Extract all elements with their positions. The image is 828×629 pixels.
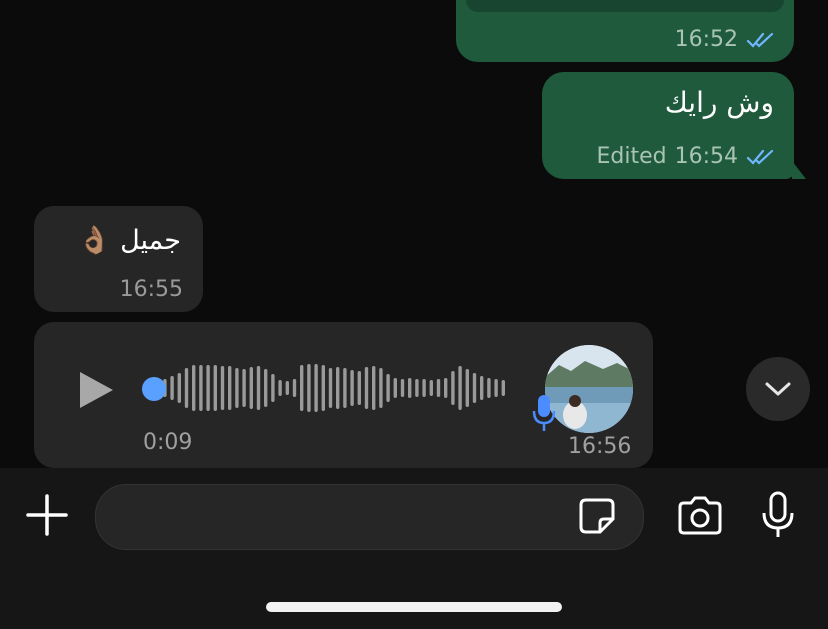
- waveform-bar: [364, 367, 369, 409]
- waveform-bar: [379, 368, 383, 408]
- sender-avatar[interactable]: [545, 345, 633, 433]
- message-time: 16:55: [119, 277, 183, 302]
- message-time: 16:56: [568, 434, 632, 459]
- incoming-message-bubble[interactable]: جميل 👌🏽 16:55: [34, 206, 203, 312]
- waveform-bar: [408, 378, 412, 398]
- waveform-bar: [285, 381, 289, 395]
- waveform-bar: [357, 371, 361, 405]
- waveform-bar: [350, 370, 354, 406]
- message-text: جميل 👌🏽: [77, 225, 181, 256]
- message-meta: 16:52: [675, 27, 776, 52]
- waveform-bar: [264, 369, 268, 407]
- waveform-bar: [307, 364, 311, 412]
- double-check-icon: [746, 32, 774, 48]
- avatar-photo: [545, 345, 633, 433]
- waveform-bar: [343, 368, 347, 408]
- waveform-bar: [256, 366, 261, 410]
- waveform-bar: [321, 365, 325, 411]
- message-text: وش رايك: [664, 86, 774, 119]
- waveform-bar: [487, 378, 491, 398]
- waveform-bar: [300, 365, 304, 411]
- waveform-bar: [220, 366, 225, 410]
- waveform-bar: [386, 374, 390, 402]
- waveform-bar: [249, 367, 253, 409]
- waveform-bar: [271, 374, 275, 402]
- camera-icon[interactable]: [676, 495, 724, 537]
- waveform-bar: [372, 366, 376, 410]
- waveform-bar: [170, 376, 174, 400]
- waveform-bar: [336, 367, 340, 409]
- message-time: 16:52: [674, 27, 738, 52]
- waveform-bar: [213, 365, 217, 411]
- microphone-icon[interactable]: [760, 491, 796, 539]
- message-meta: 16:55: [120, 277, 183, 302]
- edited-label: Edited: [596, 144, 667, 169]
- waveform-bar: [458, 366, 462, 410]
- waveform-bar: [235, 368, 239, 408]
- home-indicator[interactable]: [266, 602, 562, 612]
- waveform-bar: [465, 369, 469, 407]
- outgoing-message-bubble[interactable]: وش رايك Edited 16:54: [542, 72, 806, 179]
- waveform-bar: [400, 379, 405, 397]
- waveform-bar: [436, 379, 441, 397]
- waveform-bar: [242, 369, 246, 407]
- chevron-down-icon: [765, 382, 791, 396]
- waveform-bar: [292, 379, 297, 397]
- waveform-bar: [177, 373, 181, 403]
- message-time: 16:54: [674, 144, 738, 169]
- waveform-bar: [501, 380, 505, 396]
- waveform-bar: [422, 379, 426, 397]
- message-input[interactable]: [95, 484, 644, 550]
- double-check-icon: [746, 149, 774, 165]
- waveform-bar: [328, 368, 333, 408]
- waveform-bar: [480, 376, 484, 400]
- playback-position-handle[interactable]: [142, 377, 166, 401]
- waveform-bar: [451, 371, 455, 405]
- waveform-bar: [393, 378, 397, 398]
- waveform-bar: [228, 366, 232, 410]
- waveform-bar: [314, 364, 318, 412]
- waveform-bar: [415, 379, 419, 397]
- microphone-icon: [532, 395, 556, 431]
- sticker-icon[interactable]: [578, 497, 616, 535]
- voice-duration: 0:09: [143, 430, 193, 455]
- waveform-bar: [206, 365, 210, 411]
- plus-icon[interactable]: [26, 494, 68, 536]
- message-preview-area: [466, 0, 784, 12]
- scroll-to-bottom-button[interactable]: [746, 357, 810, 421]
- waveform-bar: [184, 368, 189, 408]
- waveform-bar: [278, 380, 282, 396]
- play-icon[interactable]: [80, 372, 113, 408]
- outgoing-message-bubble[interactable]: 16:52: [456, 0, 794, 62]
- waveform-bar: [444, 378, 448, 398]
- waveform-bar: [494, 379, 498, 397]
- waveform-bar: [472, 373, 477, 403]
- message-meta: Edited 16:54: [596, 144, 776, 169]
- bubble-tail: [792, 161, 806, 179]
- waveform-bar: [199, 365, 203, 411]
- waveform-bar: [429, 380, 433, 396]
- chat-area[interactable]: 16:52 وش رايك Edited 16:54 جميل 👌🏽 16:55: [0, 0, 828, 468]
- voice-waveform[interactable]: [150, 360, 510, 416]
- waveform-bar: [192, 365, 196, 411]
